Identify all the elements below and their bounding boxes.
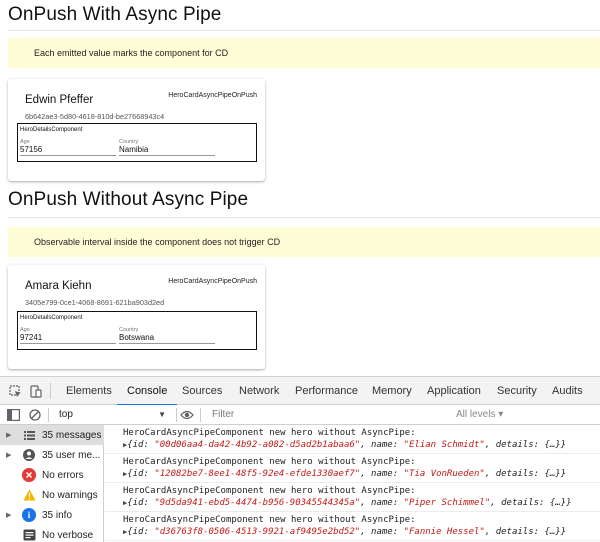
country-value: Namibia [119, 145, 149, 154]
expand-arrow-icon[interactable]: ▶ [6, 451, 16, 459]
hero-details: HeroDetailsComponent Age 97241 Country B… [17, 311, 257, 350]
log-message: HeroCardAsyncPipeComponent new hero with… [123, 515, 416, 525]
hero-details: HeroDetailsComponent Age 57156 Country N… [17, 123, 257, 162]
console-log-entry: HeroCardAsyncPipeComponent new hero with… [105, 425, 600, 454]
verbose-icon [22, 528, 36, 542]
log-object[interactable]: ▶{id: "12082be7-8ee1-48f5-92e4-efde1330a… [123, 469, 566, 479]
sidebar-item-label: No errors [42, 469, 84, 481]
age-value: 97241 [20, 333, 43, 342]
app-view: OnPush With Async Pipe Each emitted valu… [0, 0, 600, 376]
chevron-down-icon: ▼ [158, 410, 166, 419]
tab-performance[interactable]: Performance [295, 377, 358, 405]
country-field[interactable]: Country Namibia [119, 139, 215, 156]
sidebar-item-messages[interactable]: ▶ 35 messages [0, 425, 104, 445]
tab-security[interactable]: Security [497, 377, 537, 405]
hero-name: Edwin Pfeffer [25, 94, 94, 106]
devtools-panel: Elements Console Sources Network Perform… [0, 376, 600, 542]
tab-memory[interactable]: Memory [372, 377, 412, 405]
console-log-entry: HeroCardAsyncPipeComponent new hero with… [105, 454, 600, 483]
age-field[interactable]: Age 57156 [20, 139, 116, 156]
tab-console[interactable]: Console [116, 377, 178, 406]
context-select[interactable]: top ▼ [54, 407, 172, 423]
log-object[interactable]: ▶{id: "9d5da941-ebd5-4474-b956-903455443… [123, 498, 572, 508]
log-message: HeroCardAsyncPipeComponent new hero with… [123, 457, 416, 467]
info-icon: i [22, 508, 36, 522]
divider [176, 408, 177, 422]
sidebar-item-label: 35 user me... [42, 449, 101, 461]
info-banner: Each emitted value marks the component f… [8, 38, 600, 68]
sidebar-item-warnings[interactable]: No warnings [0, 485, 104, 505]
sidebar-item-info[interactable]: ▶ i 35 info [0, 505, 104, 525]
tab-audits[interactable]: Audits [552, 377, 583, 405]
divider [200, 408, 201, 422]
expand-arrow-icon[interactable]: ▶ [6, 431, 16, 439]
details-label: HeroDetailsComponent [20, 127, 83, 133]
devtools-tabbar: Elements Console Sources Network Perform… [0, 377, 600, 406]
hero-id: 3405e799-0ce1-4068-8691-621ba903d2ed [25, 298, 165, 307]
sidebar-item-verbose[interactable]: No verbose [0, 525, 104, 542]
eye-icon[interactable] [180, 408, 194, 422]
clear-console-icon[interactable] [28, 408, 42, 422]
divider [8, 30, 600, 31]
sidebar-toggle-icon[interactable] [6, 408, 20, 422]
inspect-element-icon[interactable] [8, 384, 22, 398]
sidebar-item-user-messages[interactable]: ▶ 35 user me... [0, 445, 104, 465]
country-value: Botswana [119, 333, 155, 342]
sidebar-item-errors[interactable]: No errors [0, 465, 104, 485]
info-banner: Observable interval inside the component… [8, 227, 600, 257]
section-title-async: OnPush With Async Pipe [8, 4, 222, 25]
list-icon [22, 428, 36, 442]
component-tag: HeroCardAsyncPipeOnPush [168, 278, 257, 285]
details-label: HeroDetailsComponent [20, 315, 83, 321]
divider [48, 408, 49, 422]
context-value: top [59, 409, 73, 420]
console-output: HeroCardAsyncPipeComponent new hero with… [105, 425, 600, 542]
component-tag: HeroCardAsyncPipeOnPush [168, 92, 257, 99]
sidebar-item-label: 35 messages [42, 429, 102, 441]
sidebar-item-label: No verbose [42, 529, 94, 541]
console-toolbar: top ▼ Filter All levels ▾ [0, 405, 600, 425]
tab-application[interactable]: Application [427, 377, 481, 405]
expand-arrow-icon[interactable]: ▶ [6, 511, 16, 519]
console-sidebar: ▶ 35 messages ▶ 35 user me... No errors [0, 425, 104, 542]
age-value: 57156 [20, 145, 43, 154]
age-field[interactable]: Age 97241 [20, 327, 116, 344]
divider [50, 383, 51, 399]
section-title-no-async: OnPush Without Async Pipe [8, 189, 249, 210]
error-icon [22, 468, 36, 482]
console-log-entry: HeroCardAsyncPipeComponent new hero with… [105, 512, 600, 541]
country-field[interactable]: Country Botswana [119, 327, 215, 344]
hero-name: Amara Kiehn [25, 280, 92, 292]
hero-id: 6b642ae3-5d80-4618-810d-be27668943c4 [25, 112, 165, 121]
log-object[interactable]: ▶{id: "00d06aa4-da42-4b92-a082-d5ad2b1ab… [123, 440, 566, 450]
tab-elements[interactable]: Elements [66, 377, 112, 405]
user-icon [22, 448, 36, 462]
log-levels-select[interactable]: All levels ▾ [456, 407, 503, 423]
tab-network[interactable]: Network [239, 377, 279, 405]
hero-card: Amara Kiehn HeroCardAsyncPipeOnPush 3405… [8, 265, 265, 369]
hero-card: Edwin Pfeffer HeroCardAsyncPipeOnPush 6b… [8, 79, 265, 181]
tab-sources[interactable]: Sources [182, 377, 222, 405]
log-message: HeroCardAsyncPipeComponent new hero with… [123, 428, 416, 438]
warning-icon [22, 488, 36, 502]
sidebar-item-label: 35 info [42, 509, 73, 521]
device-toolbar-icon[interactable] [28, 384, 42, 398]
console-log-entry: HeroCardAsyncPipeComponent new hero with… [105, 483, 600, 512]
divider [8, 217, 600, 218]
filter-input[interactable]: Filter [206, 407, 446, 423]
log-object[interactable]: ▶{id: "d36763f8-0506-4513-9921-af9495e2b… [123, 527, 566, 537]
sidebar-item-label: No warnings [42, 489, 98, 501]
log-message: HeroCardAsyncPipeComponent new hero with… [123, 486, 416, 496]
